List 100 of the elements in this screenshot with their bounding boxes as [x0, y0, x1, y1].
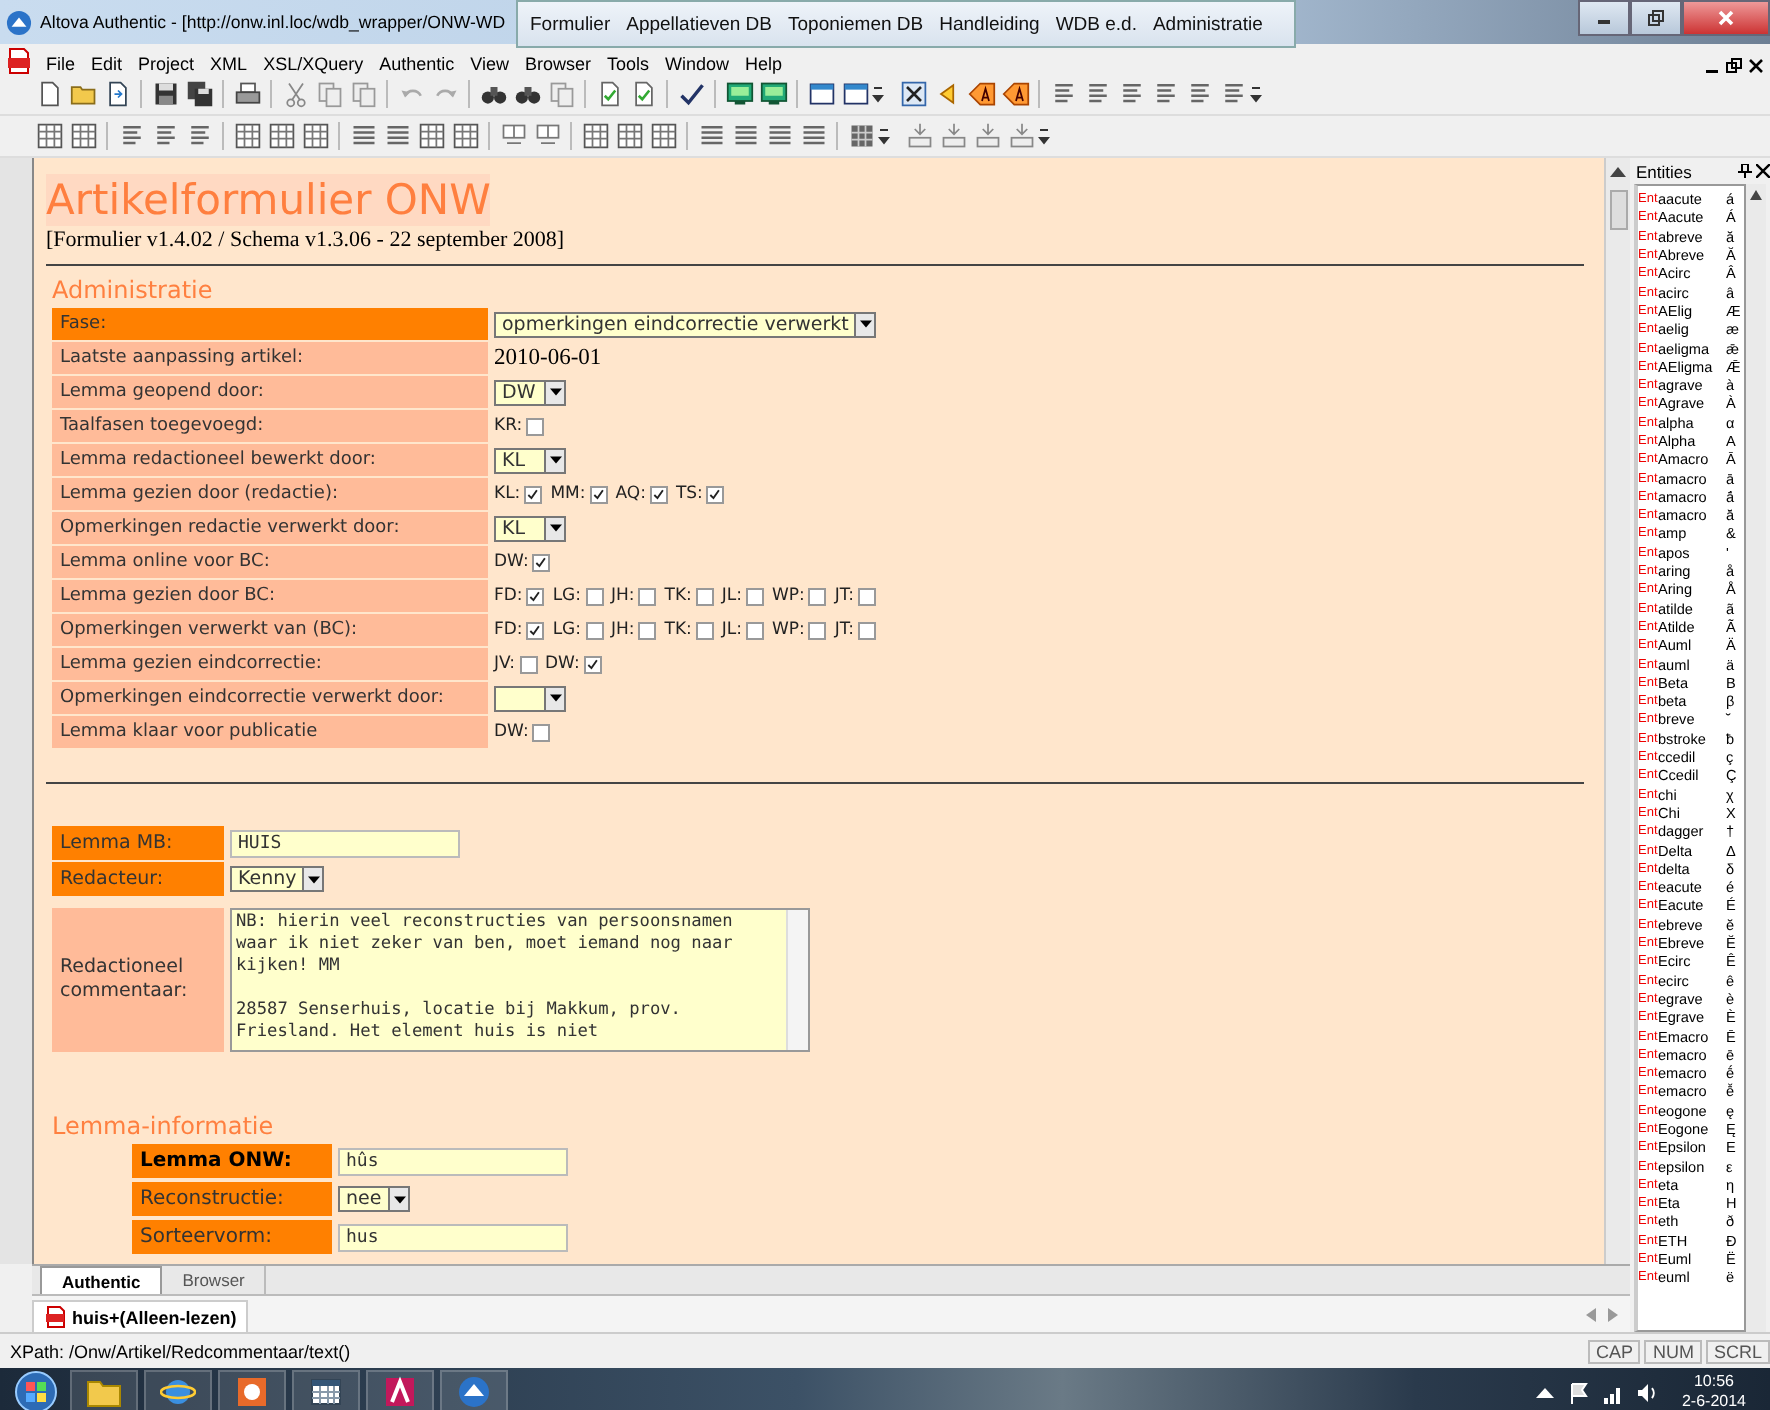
overflow-icon[interactable] — [878, 126, 890, 146]
checkbox[interactable] — [526, 621, 545, 639]
document-icon[interactable] — [6, 48, 32, 74]
checkbox[interactable] — [585, 587, 603, 605]
restore-button[interactable] — [1630, 0, 1682, 36]
input-field[interactable]: hûs — [338, 1147, 568, 1175]
list-icon[interactable] — [117, 122, 145, 150]
comment-field[interactable]: NB: hierin veel reconstructies van persoonsnamen waar ik niet zeker van ben, moet iemand nog naar kijken! MM 28587 Senserhuis, locatie bij Makkum, prov. Friesland. Het element huis is niet — [230, 908, 810, 1052]
menu-item[interactable]: Project — [130, 54, 203, 74]
speaker-icon[interactable] — [1635, 1381, 1658, 1403]
monitor-icon[interactable] — [759, 80, 787, 108]
input-field[interactable]: hus — [338, 1223, 568, 1251]
list-icon[interactable] — [185, 122, 213, 150]
checkbox[interactable] — [532, 723, 551, 741]
window-icon[interactable] — [841, 80, 869, 108]
menu-item[interactable]: XSL/XQuery — [255, 54, 372, 74]
checkbox[interactable] — [746, 587, 765, 605]
right-arrow-icon[interactable] — [1608, 1307, 1618, 1322]
minimize-button[interactable] — [1578, 0, 1630, 36]
app-icon[interactable] — [456, 1374, 492, 1410]
nav-link[interactable]: Formulier — [530, 13, 611, 35]
dropdown[interactable] — [494, 685, 566, 711]
close-button[interactable] — [1682, 0, 1770, 36]
align-icon[interactable] — [349, 122, 377, 150]
menu-item[interactable]: Authentic — [371, 54, 463, 74]
nav-link[interactable]: Appellatieven DB — [626, 13, 773, 35]
scrollbar[interactable] — [1604, 158, 1630, 1265]
start-button[interactable] — [10, 1370, 62, 1410]
menu-item[interactable]: Tools — [599, 54, 658, 74]
align-icon[interactable] — [731, 122, 759, 150]
input-field[interactable]: HUIS — [230, 829, 460, 857]
overflow-icon[interactable] — [1038, 126, 1050, 146]
checkbox[interactable] — [589, 485, 608, 503]
checkbox[interactable] — [585, 621, 603, 639]
menu-item[interactable]: Browser — [516, 54, 599, 74]
checkbox[interactable] — [638, 621, 657, 639]
insert-icon[interactable] — [939, 122, 967, 150]
list-icon[interactable] — [1117, 80, 1145, 108]
menu-item[interactable]: Help — [737, 54, 791, 74]
nav-link[interactable]: WDB e.d. — [1055, 13, 1137, 35]
checkbox[interactable] — [746, 621, 765, 639]
checkbox[interactable] — [858, 621, 877, 639]
restore-icon[interactable] — [1726, 58, 1742, 74]
flag-icon[interactable] — [1567, 1381, 1590, 1403]
list-icon[interactable] — [151, 122, 179, 150]
list-icon[interactable] — [1219, 80, 1247, 108]
checkbox[interactable] — [583, 655, 602, 673]
list-icon[interactable] — [1083, 80, 1111, 108]
split-icon[interactable] — [533, 122, 561, 150]
close-icon[interactable] — [1756, 164, 1770, 178]
left-arrow-icon[interactable] — [1586, 1307, 1596, 1322]
checkbox[interactable] — [808, 587, 827, 605]
checkbox[interactable] — [808, 621, 827, 639]
dropdown[interactable]: KL — [494, 515, 566, 541]
floppy-disks-icon[interactable] — [185, 80, 213, 108]
menu-item[interactable]: XML — [202, 54, 256, 74]
table-icon[interactable] — [267, 122, 295, 150]
table-icon[interactable] — [233, 122, 261, 150]
check-mark-icon[interactable] — [677, 80, 705, 108]
up-arrow-icon[interactable] — [1750, 190, 1762, 200]
document-icon[interactable] — [103, 80, 131, 108]
window-icon[interactable] — [807, 80, 835, 108]
cross-box-icon[interactable] — [899, 80, 927, 108]
table-icon[interactable] — [581, 122, 609, 150]
table-icon[interactable] — [649, 122, 677, 150]
table-icon[interactable] — [615, 122, 643, 150]
table-icon[interactable] — [301, 122, 329, 150]
menu-item[interactable]: View — [462, 54, 517, 74]
view-tab[interactable]: Authentic — [40, 1266, 163, 1295]
list-icon[interactable] — [1049, 80, 1077, 108]
printer-icon[interactable] — [233, 80, 261, 108]
checked-document-icon[interactable] — [629, 80, 657, 108]
overflow-icon[interactable] — [1250, 84, 1262, 104]
menu-item[interactable]: File — [38, 54, 84, 74]
list-icon[interactable] — [1151, 80, 1179, 108]
nav-link[interactable]: Handleiding — [939, 13, 1040, 35]
scissors-icon[interactable] — [281, 80, 309, 108]
calendar-icon[interactable] — [308, 1374, 344, 1410]
checkbox[interactable] — [638, 587, 657, 605]
checkbox[interactable] — [706, 485, 725, 503]
split-icon[interactable] — [499, 122, 527, 150]
checkbox[interactable] — [526, 417, 545, 435]
table-icon[interactable] — [69, 122, 97, 150]
align-icon[interactable] — [765, 122, 793, 150]
nav-link[interactable]: Administratie — [1152, 13, 1263, 35]
table-icon[interactable] — [35, 122, 63, 150]
insert-icon[interactable] — [973, 122, 1001, 150]
dropdown[interactable]: opmerkingen eindcorrectie verwerkt — [494, 311, 877, 337]
checkbox[interactable] — [649, 485, 668, 503]
checkbox[interactable] — [519, 655, 537, 673]
align-icon[interactable] — [799, 122, 827, 150]
table-icon[interactable] — [451, 122, 479, 150]
align-icon[interactable] — [383, 122, 411, 150]
checkbox[interactable] — [532, 553, 551, 571]
pin-icon[interactable] — [1738, 164, 1752, 178]
file-tab[interactable]: huis+(Alleen-lezen) — [32, 1300, 249, 1332]
folder-icon[interactable] — [69, 80, 97, 108]
nav-link[interactable]: Toponiemen DB — [788, 13, 924, 35]
table-icon[interactable] — [417, 122, 445, 150]
list-icon[interactable] — [1185, 80, 1213, 108]
